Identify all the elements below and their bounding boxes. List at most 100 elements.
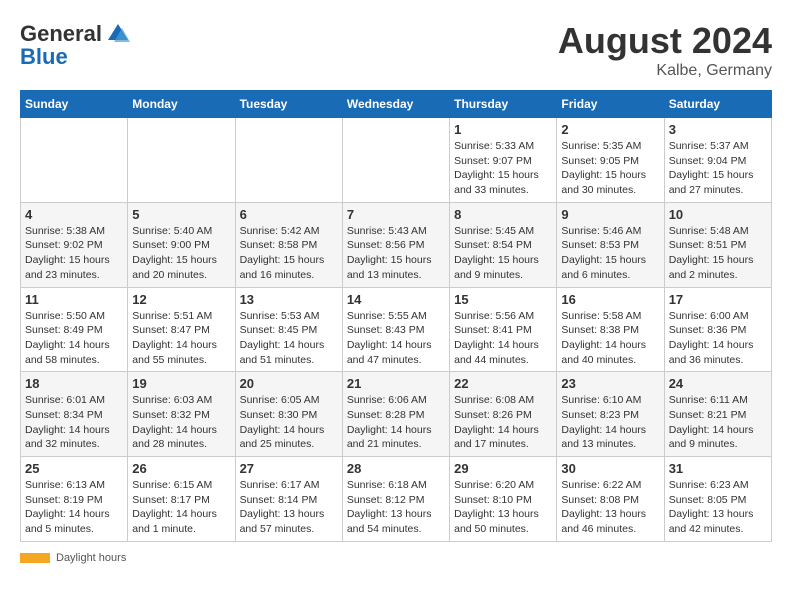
calendar-week-row: 4 Sunrise: 5:38 AMSunset: 9:02 PMDaylight… [21, 202, 772, 287]
day-info: Sunrise: 5:51 AMSunset: 8:47 PMDaylight:… [132, 309, 230, 368]
calendar-cell: 30 Sunrise: 6:22 AMSunset: 8:08 PMDayligh… [557, 457, 664, 542]
calendar-week-row: 1 Sunrise: 5:33 AMSunset: 9:07 PMDaylight… [21, 118, 772, 203]
day-number: 10 [669, 207, 767, 222]
day-number: 16 [561, 292, 659, 307]
day-number: 2 [561, 122, 659, 137]
day-info: Sunrise: 6:00 AMSunset: 8:36 PMDaylight:… [669, 309, 767, 368]
calendar-cell: 16 Sunrise: 5:58 AMSunset: 8:38 PMDayligh… [557, 287, 664, 372]
calendar-cell: 3Sunrise: 5:37 AMSunset: 9:04 PMDaylight… [664, 118, 771, 203]
calendar-week-row: 11 Sunrise: 5:50 AMSunset: 8:49 PMDayligh… [21, 287, 772, 372]
day-number: 18 [25, 376, 123, 391]
day-number: 31 [669, 461, 767, 476]
calendar-cell: 25 Sunrise: 6:13 AMSunset: 8:19 PMDayligh… [21, 457, 128, 542]
day-number: 27 [240, 461, 338, 476]
day-number: 7 [347, 207, 445, 222]
calendar-cell: 21 Sunrise: 6:06 AMSunset: 8:28 PMDayligh… [342, 372, 449, 457]
day-number: 5 [132, 207, 230, 222]
calendar-cell: 9Sunrise: 5:46 AMSunset: 8:53 PMDaylight… [557, 202, 664, 287]
day-info: Sunrise: 6:08 AMSunset: 8:26 PMDaylight:… [454, 393, 552, 452]
day-info: Sunrise: 6:06 AMSunset: 8:28 PMDaylight:… [347, 393, 445, 452]
day-info: Sunrise: 5:48 AMSunset: 8:51 PMDaylight:… [669, 224, 767, 283]
day-info: Sunrise: 5:55 AMSunset: 8:43 PMDaylight:… [347, 309, 445, 368]
day-info: Sunrise: 5:46 AMSunset: 8:53 PMDaylight:… [561, 224, 659, 283]
day-number: 25 [25, 461, 123, 476]
calendar-cell: 8Sunrise: 5:45 AMSunset: 8:54 PMDaylight… [450, 202, 557, 287]
day-info: Sunrise: 5:45 AMSunset: 8:54 PMDaylight:… [454, 224, 552, 283]
day-info: Sunrise: 5:56 AMSunset: 8:41 PMDaylight:… [454, 309, 552, 368]
calendar-cell: 23Sunrise: 6:10 AMSunset: 8:23 PMDayligh… [557, 372, 664, 457]
day-info: Sunrise: 6:23 AMSunset: 8:05 PMDaylight:… [669, 478, 767, 537]
daylight-label: Daylight hours [56, 552, 126, 564]
month-title: August 2024 [558, 20, 772, 62]
location: Kalbe, Germany [558, 62, 772, 80]
calendar-cell: 7Sunrise: 5:43 AMSunset: 8:56 PMDaylight… [342, 202, 449, 287]
calendar-cell: 10 Sunrise: 5:48 AMSunset: 8:51 PMDayligh… [664, 202, 771, 287]
calendar-day-header: Friday [557, 91, 664, 118]
calendar-week-row: 25 Sunrise: 6:13 AMSunset: 8:19 PMDayligh… [21, 457, 772, 542]
day-info: Sunrise: 6:22 AMSunset: 8:08 PMDaylight:… [561, 478, 659, 537]
day-info: Sunrise: 5:50 AMSunset: 8:49 PMDaylight:… [25, 309, 123, 368]
page-header: General Blue August 2024 Kalbe, Germany [20, 20, 772, 80]
day-number: 26 [132, 461, 230, 476]
calendar-cell: 26 Sunrise: 6:15 AMSunset: 8:17 PMDayligh… [128, 457, 235, 542]
calendar-header-row: SundayMondayTuesdayWednesdayThursdayFrid… [21, 91, 772, 118]
day-number: 4 [25, 207, 123, 222]
calendar-table: SundayMondayTuesdayWednesdayThursdayFrid… [20, 90, 772, 542]
calendar-day-header: Sunday [21, 91, 128, 118]
calendar-cell: 13 Sunrise: 5:53 AMSunset: 8:45 PMDayligh… [235, 287, 342, 372]
day-info: Sunrise: 5:35 AMSunset: 9:05 PMDaylight:… [561, 139, 659, 198]
day-info: Sunrise: 5:40 AMSunset: 9:00 PMDaylight:… [132, 224, 230, 283]
calendar-footer: Daylight hours [20, 552, 772, 564]
day-info: Sunrise: 5:33 AMSunset: 9:07 PMDaylight:… [454, 139, 552, 198]
day-info: Sunrise: 5:38 AMSunset: 9:02 PMDaylight:… [25, 224, 123, 283]
daylight-bar-icon [20, 553, 50, 563]
calendar-cell: 11 Sunrise: 5:50 AMSunset: 8:49 PMDayligh… [21, 287, 128, 372]
day-info: Sunrise: 6:17 AMSunset: 8:14 PMDaylight:… [240, 478, 338, 537]
logo: General Blue [20, 20, 132, 70]
calendar-cell [235, 118, 342, 203]
title-area: August 2024 Kalbe, Germany [558, 20, 772, 80]
calendar-day-header: Monday [128, 91, 235, 118]
day-number: 22 [454, 376, 552, 391]
calendar-cell: 27 Sunrise: 6:17 AMSunset: 8:14 PMDayligh… [235, 457, 342, 542]
day-info: Sunrise: 6:18 AMSunset: 8:12 PMDaylight:… [347, 478, 445, 537]
calendar-day-header: Saturday [664, 91, 771, 118]
day-number: 14 [347, 292, 445, 307]
day-info: Sunrise: 5:53 AMSunset: 8:45 PMDaylight:… [240, 309, 338, 368]
day-number: 13 [240, 292, 338, 307]
calendar-cell: 31 Sunrise: 6:23 AMSunset: 8:05 PMDayligh… [664, 457, 771, 542]
day-info: Sunrise: 6:13 AMSunset: 8:19 PMDaylight:… [25, 478, 123, 537]
day-info: Sunrise: 6:10 AMSunset: 8:23 PMDaylight:… [561, 393, 659, 452]
day-info: Sunrise: 6:01 AMSunset: 8:34 PMDaylight:… [25, 393, 123, 452]
day-info: Sunrise: 5:42 AMSunset: 8:58 PMDaylight:… [240, 224, 338, 283]
calendar-cell: 4 Sunrise: 5:38 AMSunset: 9:02 PMDaylight… [21, 202, 128, 287]
calendar-cell: 1 Sunrise: 5:33 AMSunset: 9:07 PMDaylight… [450, 118, 557, 203]
day-info: Sunrise: 6:11 AMSunset: 8:21 PMDaylight:… [669, 393, 767, 452]
calendar-day-header: Wednesday [342, 91, 449, 118]
day-info: Sunrise: 5:37 AMSunset: 9:04 PMDaylight:… [669, 139, 767, 198]
day-number: 29 [454, 461, 552, 476]
calendar-cell [128, 118, 235, 203]
day-number: 20 [240, 376, 338, 391]
day-info: Sunrise: 6:05 AMSunset: 8:30 PMDaylight:… [240, 393, 338, 452]
day-info: Sunrise: 5:58 AMSunset: 8:38 PMDaylight:… [561, 309, 659, 368]
calendar-cell: 14 Sunrise: 5:55 AMSunset: 8:43 PMDayligh… [342, 287, 449, 372]
day-number: 19 [132, 376, 230, 391]
day-info: Sunrise: 6:20 AMSunset: 8:10 PMDaylight:… [454, 478, 552, 537]
calendar-cell: 22 Sunrise: 6:08 AMSunset: 8:26 PMDayligh… [450, 372, 557, 457]
day-number: 11 [25, 292, 123, 307]
day-info: Sunrise: 6:03 AMSunset: 8:32 PMDaylight:… [132, 393, 230, 452]
calendar-cell: 20 Sunrise: 6:05 AMSunset: 8:30 PMDayligh… [235, 372, 342, 457]
calendar-cell: 2 Sunrise: 5:35 AMSunset: 9:05 PMDaylight… [557, 118, 664, 203]
calendar-cell: 6Sunrise: 5:42 AMSunset: 8:58 PMDaylight… [235, 202, 342, 287]
day-number: 1 [454, 122, 552, 137]
day-number: 28 [347, 461, 445, 476]
calendar-cell: 29 Sunrise: 6:20 AMSunset: 8:10 PMDayligh… [450, 457, 557, 542]
day-info: Sunrise: 6:15 AMSunset: 8:17 PMDaylight:… [132, 478, 230, 537]
day-number: 30 [561, 461, 659, 476]
logo-blue-text: Blue [20, 44, 68, 69]
day-number: 21 [347, 376, 445, 391]
calendar-cell [342, 118, 449, 203]
calendar-cell: 15Sunrise: 5:56 AMSunset: 8:41 PMDayligh… [450, 287, 557, 372]
calendar-cell: 12Sunrise: 5:51 AMSunset: 8:47 PMDayligh… [128, 287, 235, 372]
